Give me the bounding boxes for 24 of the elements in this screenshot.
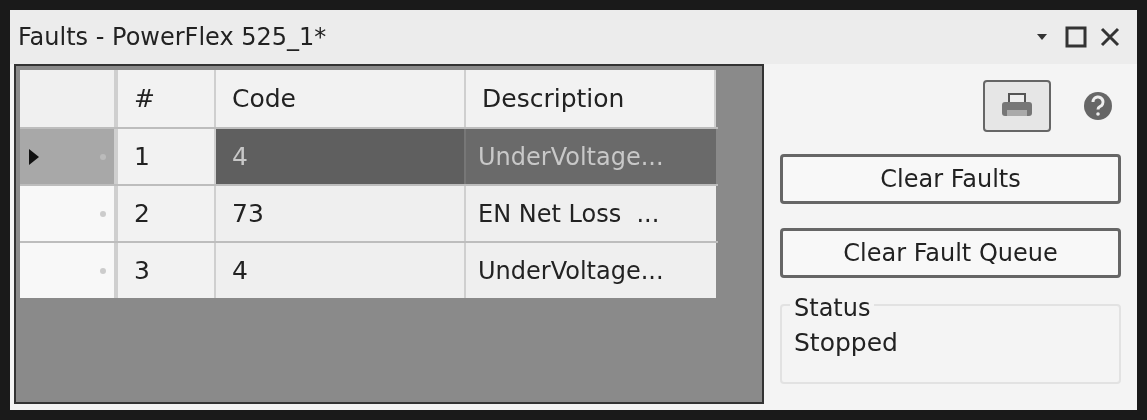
current-row-icon: [28, 147, 40, 166]
table-cell: 4: [216, 243, 466, 298]
help-icon[interactable]: [1083, 91, 1113, 121]
table-cell: EN Net Loss ...: [466, 186, 716, 241]
dropdown-icon[interactable]: [1035, 32, 1049, 42]
column-header[interactable]: #: [118, 70, 216, 127]
maximize-icon[interactable]: [1065, 26, 1087, 48]
print-button[interactable]: [983, 80, 1051, 132]
table-cell: 73: [216, 186, 466, 241]
clear-button[interactable]: Clear Faults: [780, 154, 1121, 204]
column-header[interactable]: Code: [216, 70, 466, 127]
table-cell: UnderVoltage...: [466, 243, 716, 298]
table-cell: 4: [216, 129, 466, 184]
column-header[interactable]: Description: [466, 70, 716, 127]
clear-button[interactable]: Clear Fault Queue: [780, 228, 1121, 278]
dot-icon: [100, 210, 106, 217]
table-cell: 2: [118, 186, 216, 241]
status-value: Stopped: [794, 328, 898, 357]
close-icon[interactable]: [1099, 26, 1121, 48]
table-cell: 1: [118, 129, 216, 184]
table-cell: UnderVoltage...: [466, 129, 716, 184]
window-title: Faults - PowerFlex 525_1*: [18, 22, 328, 53]
dot-icon: [100, 267, 106, 274]
table-cell: 3: [118, 243, 216, 298]
